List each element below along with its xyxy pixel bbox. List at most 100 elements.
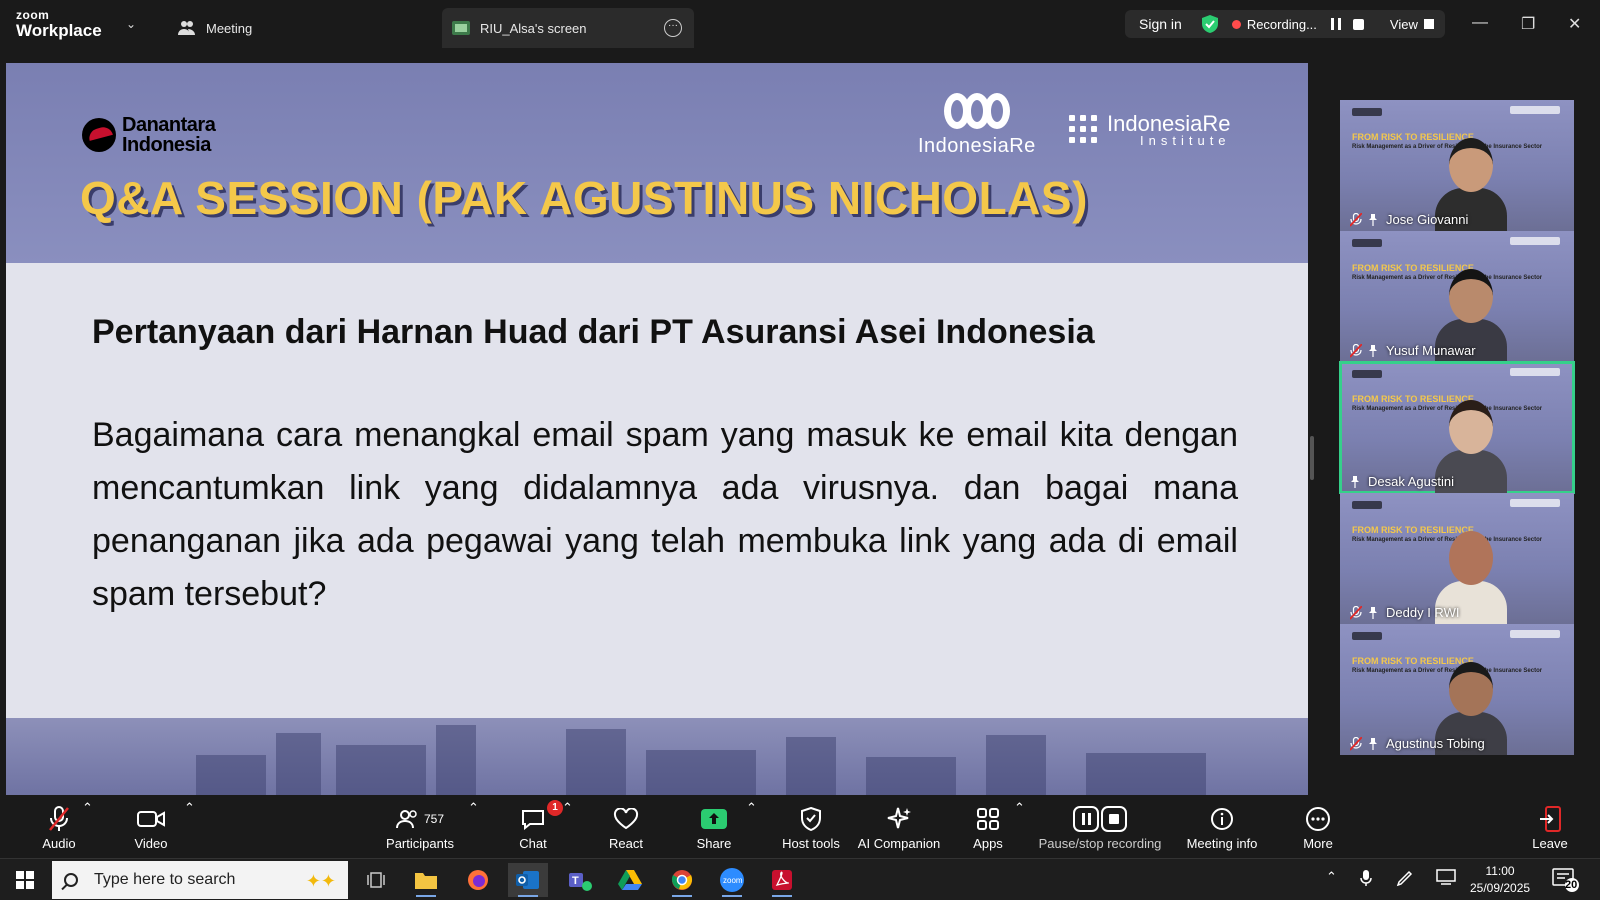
chrome-icon[interactable]: [662, 863, 702, 897]
windows-taskbar: Type here to search ✦✦ T zoom ⌃ 11:00 25…: [0, 858, 1600, 900]
audio-options-caret[interactable]: ⌃: [82, 800, 93, 816]
more-options-icon[interactable]: ···: [664, 19, 682, 37]
mini-indonesiare-logo: [1510, 499, 1560, 507]
logo-top-text: zoom: [16, 8, 50, 22]
pin-icon: [1351, 475, 1359, 488]
notifications-button[interactable]: 20: [1552, 867, 1580, 896]
meeting-info-button[interactable]: Meeting info: [1182, 806, 1262, 851]
pause-stop-recording-button[interactable]: Pause/stop recording: [1038, 806, 1162, 851]
ai-companion-button[interactable]: AI Companion: [854, 806, 944, 851]
participant-tile[interactable]: FROM RISK TO RESILIENCE Risk Management a…: [1340, 231, 1574, 362]
leave-door-icon: [1540, 806, 1561, 832]
title-bar: zoom Workplace ⌄ Meeting RIU_Alsa's scre…: [0, 0, 1600, 50]
slide-title: Q&A SESSION (PAK AGUSTINUS NICHOLAS): [80, 172, 1088, 224]
chevron-down-icon[interactable]: ⌄: [126, 17, 136, 31]
zoom-workplace-logo[interactable]: zoom Workplace: [16, 9, 102, 39]
teams-icon[interactable]: T: [560, 863, 600, 897]
apps-grid-icon: [977, 808, 999, 830]
slide-header-band: [6, 63, 1308, 263]
task-view-icon[interactable]: [356, 863, 396, 897]
close-icon[interactable]: ✕: [1568, 14, 1581, 34]
tab-shared-screen[interactable]: RIU_Alsa's screen ···: [442, 8, 694, 48]
windows-start-icon[interactable]: [16, 871, 34, 889]
participants-options-caret[interactable]: ⌃: [468, 800, 479, 816]
participant-tile[interactable]: FROM RISK TO RESILIENCE Risk Management a…: [1340, 493, 1574, 624]
audio-button[interactable]: Audio: [34, 806, 84, 851]
question-text: Bagaimana cara menangkal email spam yang…: [92, 416, 1238, 613]
zoom-app-icon[interactable]: zoom: [712, 863, 752, 897]
video-label: Video: [134, 836, 168, 851]
indonesiare-institute-logo: IndonesiaRe Institute: [1069, 113, 1231, 147]
outlook-icon[interactable]: [508, 863, 548, 897]
question-source: Pertanyaan dari Harnan Huad dari PT Asur…: [92, 313, 1095, 351]
share-button[interactable]: Share: [694, 806, 734, 851]
participant-name: Jose Giovanni: [1386, 212, 1469, 227]
tab-meeting[interactable]: Meeting: [178, 8, 252, 48]
search-placeholder: Type here to search: [94, 871, 236, 888]
apps-options-caret[interactable]: ⌃: [1014, 800, 1025, 816]
participant-name-label: Deddy I RWI: [1350, 605, 1459, 620]
participants-button[interactable]: 757 Participants: [380, 806, 460, 851]
pause-recording-label: Pause/stop recording: [1038, 836, 1162, 851]
svg-text:zoom: zoom: [723, 876, 743, 885]
participant-tile[interactable]: FROM RISK TO RESILIENCE Risk Management a…: [1340, 624, 1574, 755]
show-hidden-icons-chevron[interactable]: ⌃: [1326, 869, 1337, 885]
video-camera-icon: [137, 811, 165, 827]
mini-danantara-logo: [1352, 501, 1382, 509]
view-label: View: [1389, 16, 1418, 32]
recording-status[interactable]: Recording...: [1247, 17, 1317, 32]
pause-stop-icon: [1073, 806, 1127, 832]
more-button[interactable]: More: [1300, 806, 1336, 851]
chat-options-caret[interactable]: ⌃: [562, 800, 573, 816]
pause-recording-icon[interactable]: [1330, 18, 1341, 30]
view-layout-icon: [1423, 19, 1434, 29]
taskbar-search-input[interactable]: Type here to search ✦✦: [52, 861, 348, 899]
splitter-handle[interactable]: [1310, 436, 1314, 480]
system-clock[interactable]: 11:00 25/09/2025: [1470, 863, 1530, 897]
view-button[interactable]: View: [1390, 17, 1434, 32]
muted-microphone-icon: [1350, 343, 1362, 358]
clock-date: 25/09/2025: [1470, 881, 1531, 895]
indonesiare-name: IndonesiaRe: [918, 135, 1036, 157]
stop-recording-icon[interactable]: [1352, 18, 1364, 30]
video-button[interactable]: Video: [128, 806, 174, 851]
participant-name: Desak Agustini: [1368, 474, 1454, 489]
city-skyline-graphic: [6, 725, 1308, 795]
danantara-mark-icon: [82, 118, 116, 152]
chat-button[interactable]: 1 Chat: [515, 800, 563, 851]
google-drive-icon[interactable]: [610, 863, 650, 897]
sign-in-button[interactable]: Sign in: [1139, 16, 1182, 32]
firefox-icon[interactable]: [458, 863, 498, 897]
acrobat-icon[interactable]: [762, 863, 802, 897]
mini-danantara-logo: [1352, 239, 1382, 247]
leave-button[interactable]: Leave: [1532, 806, 1568, 851]
screen-share-icon: [452, 21, 470, 35]
institute-dots-icon: [1069, 115, 1099, 145]
participant-tile[interactable]: FROM RISK TO RESILIENCE Risk Management a…: [1339, 361, 1575, 494]
minimize-icon[interactable]: —: [1472, 14, 1488, 32]
participant-name: Agustinus Tobing: [1386, 736, 1485, 751]
encryption-shield-icon[interactable]: [1201, 15, 1218, 33]
file-explorer-icon[interactable]: [406, 863, 446, 897]
share-options-caret[interactable]: ⌃: [746, 800, 757, 816]
apps-button[interactable]: Apps: [970, 806, 1006, 851]
mini-danantara-logo: [1352, 632, 1382, 640]
participants-label: Participants: [386, 836, 454, 851]
restore-icon[interactable]: ❐: [1521, 14, 1535, 34]
react-button[interactable]: React: [604, 806, 648, 851]
tab-shared-screen-label: RIU_Alsa's screen: [480, 20, 587, 36]
pin-icon: [1369, 213, 1377, 226]
participant-name-label: Desak Agustini: [1350, 474, 1454, 489]
indonesiare-logo: IndonesiaRe: [918, 93, 1036, 158]
muted-microphone-icon: [1350, 212, 1362, 227]
pen-menu-icon[interactable]: [1396, 869, 1414, 890]
danantara-line2: Indonesia: [122, 134, 211, 156]
video-options-caret[interactable]: ⌃: [184, 800, 195, 816]
participant-tile[interactable]: FROM RISK TO RESILIENCE Risk Management a…: [1340, 100, 1574, 231]
indonesiare-rings-icon: [918, 93, 1036, 129]
host-tools-button[interactable]: Host tools: [776, 806, 846, 851]
clock-time: 11:00: [1485, 864, 1515, 878]
microphone-in-use-icon[interactable]: [1360, 869, 1372, 890]
display-icon[interactable]: [1436, 869, 1456, 888]
more-label: More: [1303, 836, 1333, 851]
